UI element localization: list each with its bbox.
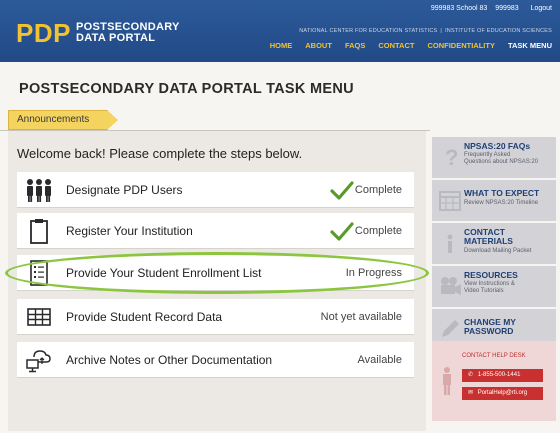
nav-home[interactable]: HOME: [270, 41, 293, 50]
table-icon: [27, 308, 51, 326]
question-icon: ?: [445, 145, 458, 170]
users-icon: [27, 179, 51, 202]
checkmark-icon: [330, 181, 354, 200]
welcome-message: Welcome back! Please complete the steps …: [17, 146, 303, 161]
person-icon: [443, 367, 451, 395]
highlight-oval: [5, 252, 429, 294]
school-name: 999983 School 83: [430, 5, 488, 12]
help-desk-panel: CONTACT HELP DESK ✆ 1-855-500-1441 ✉ Por…: [432, 341, 556, 421]
nav-faqs[interactable]: FAQS: [345, 41, 365, 50]
step-status: Complete: [354, 225, 402, 237]
utility-bar: 999983 School 83 999983 Logout: [425, 5, 552, 12]
agency-line: NATIONAL CENTER FOR EDUCATION STATISTICS…: [299, 28, 552, 34]
school-id: 999983: [495, 5, 519, 12]
nav-about[interactable]: ABOUT: [305, 41, 332, 50]
checkmark-icon: [330, 222, 354, 241]
main-nav: HOME ABOUT FAQS CONTACT CONFIDENTIALITY …: [257, 41, 552, 50]
nces-link[interactable]: NATIONAL CENTER FOR EDUCATION STATISTICS: [299, 28, 437, 34]
logo-mark: PDP: [16, 18, 71, 48]
nav-task-menu[interactable]: TASK MENU: [508, 41, 552, 50]
step-student-record-data[interactable]: Provide Student Record Data Not yet avai…: [17, 299, 414, 335]
calendar-icon: [439, 191, 461, 211]
envelope-icon: ✉: [468, 390, 474, 396]
step-status: Not yet available: [320, 311, 402, 323]
step-status: Complete: [354, 184, 402, 196]
announcements-label: Announcements: [17, 114, 90, 125]
sidebar-resources[interactable]: RESOURCES View Instructions & Video Tuto…: [432, 266, 556, 307]
step-label: Archive Notes or Other Documentation: [66, 353, 273, 367]
sidebar-contact-materials[interactable]: CONTACT MATERIALS Download Mailing Packe…: [432, 223, 556, 264]
pdp-logo[interactable]: PDP POSTSECONDARY DATA PORTAL: [16, 17, 180, 49]
sidebar-title: NPSAS:20 FAQs: [464, 141, 531, 151]
nav-confidentiality[interactable]: CONFIDENTIALITY: [427, 41, 495, 50]
help-email-button[interactable]: ✉ PortalHelp@rti.org: [462, 387, 543, 400]
sidebar-title: RESOURCES: [464, 270, 518, 280]
step-archive-notes[interactable]: Archive Notes or Other Documentation Ava…: [17, 342, 414, 378]
sidebar-title: WHAT TO EXPECT: [464, 188, 540, 198]
phone-icon: ✆: [468, 372, 474, 378]
sidebar-what-to-expect[interactable]: WHAT TO EXPECT Review NPSAS:20 Timeline: [432, 180, 556, 221]
sidebar-title: CONTACT MATERIALS: [464, 227, 513, 246]
pencil-icon: [442, 320, 459, 337]
clipboard-icon: [30, 219, 48, 244]
video-camera-icon: [441, 277, 461, 295]
info-icon: [447, 234, 453, 253]
ies-link[interactable]: INSTITUTE OF EDUCATION SCIENCES: [445, 28, 552, 34]
step-status: Available: [357, 354, 402, 366]
site-header: PDP POSTSECONDARY DATA PORTAL 999983 Sch…: [0, 0, 560, 62]
svg-text:?: ?: [445, 145, 458, 170]
sidebar-title: CHANGE MY PASSWORD: [464, 317, 516, 336]
logout-link[interactable]: Logout: [531, 5, 552, 12]
step-designate-users[interactable]: Designate PDP Users Complete: [17, 172, 414, 208]
page-title: POSTSECONDARY DATA PORTAL TASK MENU: [19, 81, 354, 97]
cloud-computer-icon: [26, 350, 51, 373]
step-register-institution[interactable]: Register Your Institution Complete: [17, 213, 414, 249]
help-desk-title: CONTACT HELP DESK: [462, 353, 526, 359]
nav-contact[interactable]: CONTACT: [378, 41, 414, 50]
step-label: Register Your Institution: [66, 224, 193, 238]
step-label: Provide Student Record Data: [66, 310, 223, 324]
sidebar-faqs[interactable]: ? NPSAS:20 FAQs Frequently Asked Questio…: [432, 137, 556, 178]
announcements-tab[interactable]: Announcements: [8, 110, 118, 130]
help-phone-button[interactable]: ✆ 1-855-500-1441: [462, 369, 543, 382]
logo-text: POSTSECONDARY DATA PORTAL: [75, 21, 180, 44]
step-label: Designate PDP Users: [66, 183, 183, 197]
